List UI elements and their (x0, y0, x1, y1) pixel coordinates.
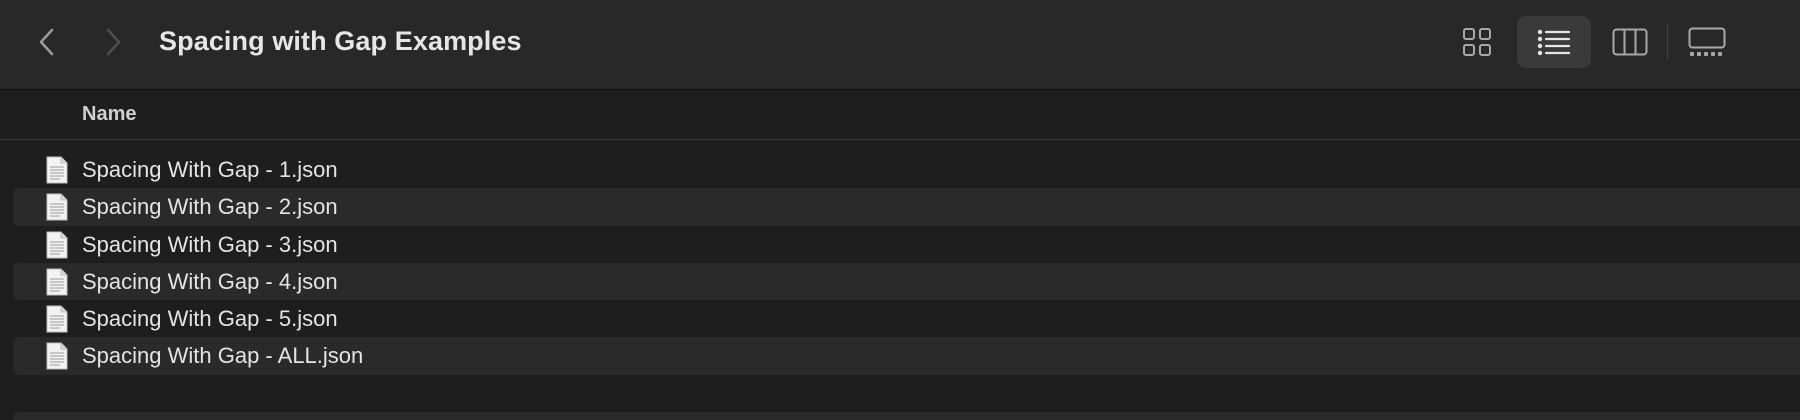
file-name: Spacing With Gap - 5.json (82, 306, 338, 332)
view-gallery-button[interactable] (1676, 16, 1738, 68)
view-columns-button[interactable] (1599, 16, 1661, 68)
file-name: Spacing With Gap - 3.json (82, 231, 338, 257)
list-icon (1537, 29, 1571, 56)
finder-window: Spacing with Gap Examples Name Spacing W… (0, 0, 1800, 420)
document-icon (46, 156, 68, 184)
file-name: Spacing With Gap - 2.json (82, 194, 338, 220)
file-row[interactable]: Spacing With Gap - 3.json (13, 226, 1800, 263)
file-row[interactable]: Spacing With Gap - 2.json (13, 188, 1800, 226)
column-header: Name (0, 90, 1800, 140)
chevron-left-icon (39, 28, 54, 56)
forward-button[interactable] (93, 22, 133, 62)
document-icon (46, 305, 68, 333)
file-name: Spacing With Gap - 4.json (82, 268, 338, 294)
file-row[interactable]: Spacing With Gap - 5.json (13, 300, 1800, 337)
toolbar: Spacing with Gap Examples (0, 0, 1800, 90)
chevron-right-icon (106, 28, 121, 56)
view-icons-button[interactable] (1446, 16, 1508, 68)
grid-icon (1463, 28, 1491, 56)
file-name: Spacing With Gap - 1.json (82, 157, 338, 182)
empty-row (13, 412, 1800, 420)
file-name: Spacing With Gap - ALL.json (82, 343, 364, 369)
gallery-icon (1688, 27, 1726, 56)
view-list-button[interactable] (1517, 16, 1591, 68)
document-icon (46, 231, 68, 259)
name-column-header[interactable]: Name (82, 102, 136, 126)
file-row[interactable]: Spacing With Gap - ALL.json (13, 337, 1800, 375)
file-list: Spacing With Gap - 1.json Spacing With G… (13, 151, 1800, 375)
document-icon (46, 193, 68, 221)
document-icon (46, 342, 68, 370)
window-title: Spacing with Gap Examples (159, 26, 522, 56)
file-row[interactable]: Spacing With Gap - 1.json (13, 151, 1800, 188)
file-row[interactable]: Spacing With Gap - 4.json (13, 262, 1800, 301)
columns-icon (1612, 28, 1648, 56)
back-button[interactable] (27, 22, 67, 62)
toolbar-separator (1667, 24, 1668, 60)
document-icon (46, 268, 68, 296)
